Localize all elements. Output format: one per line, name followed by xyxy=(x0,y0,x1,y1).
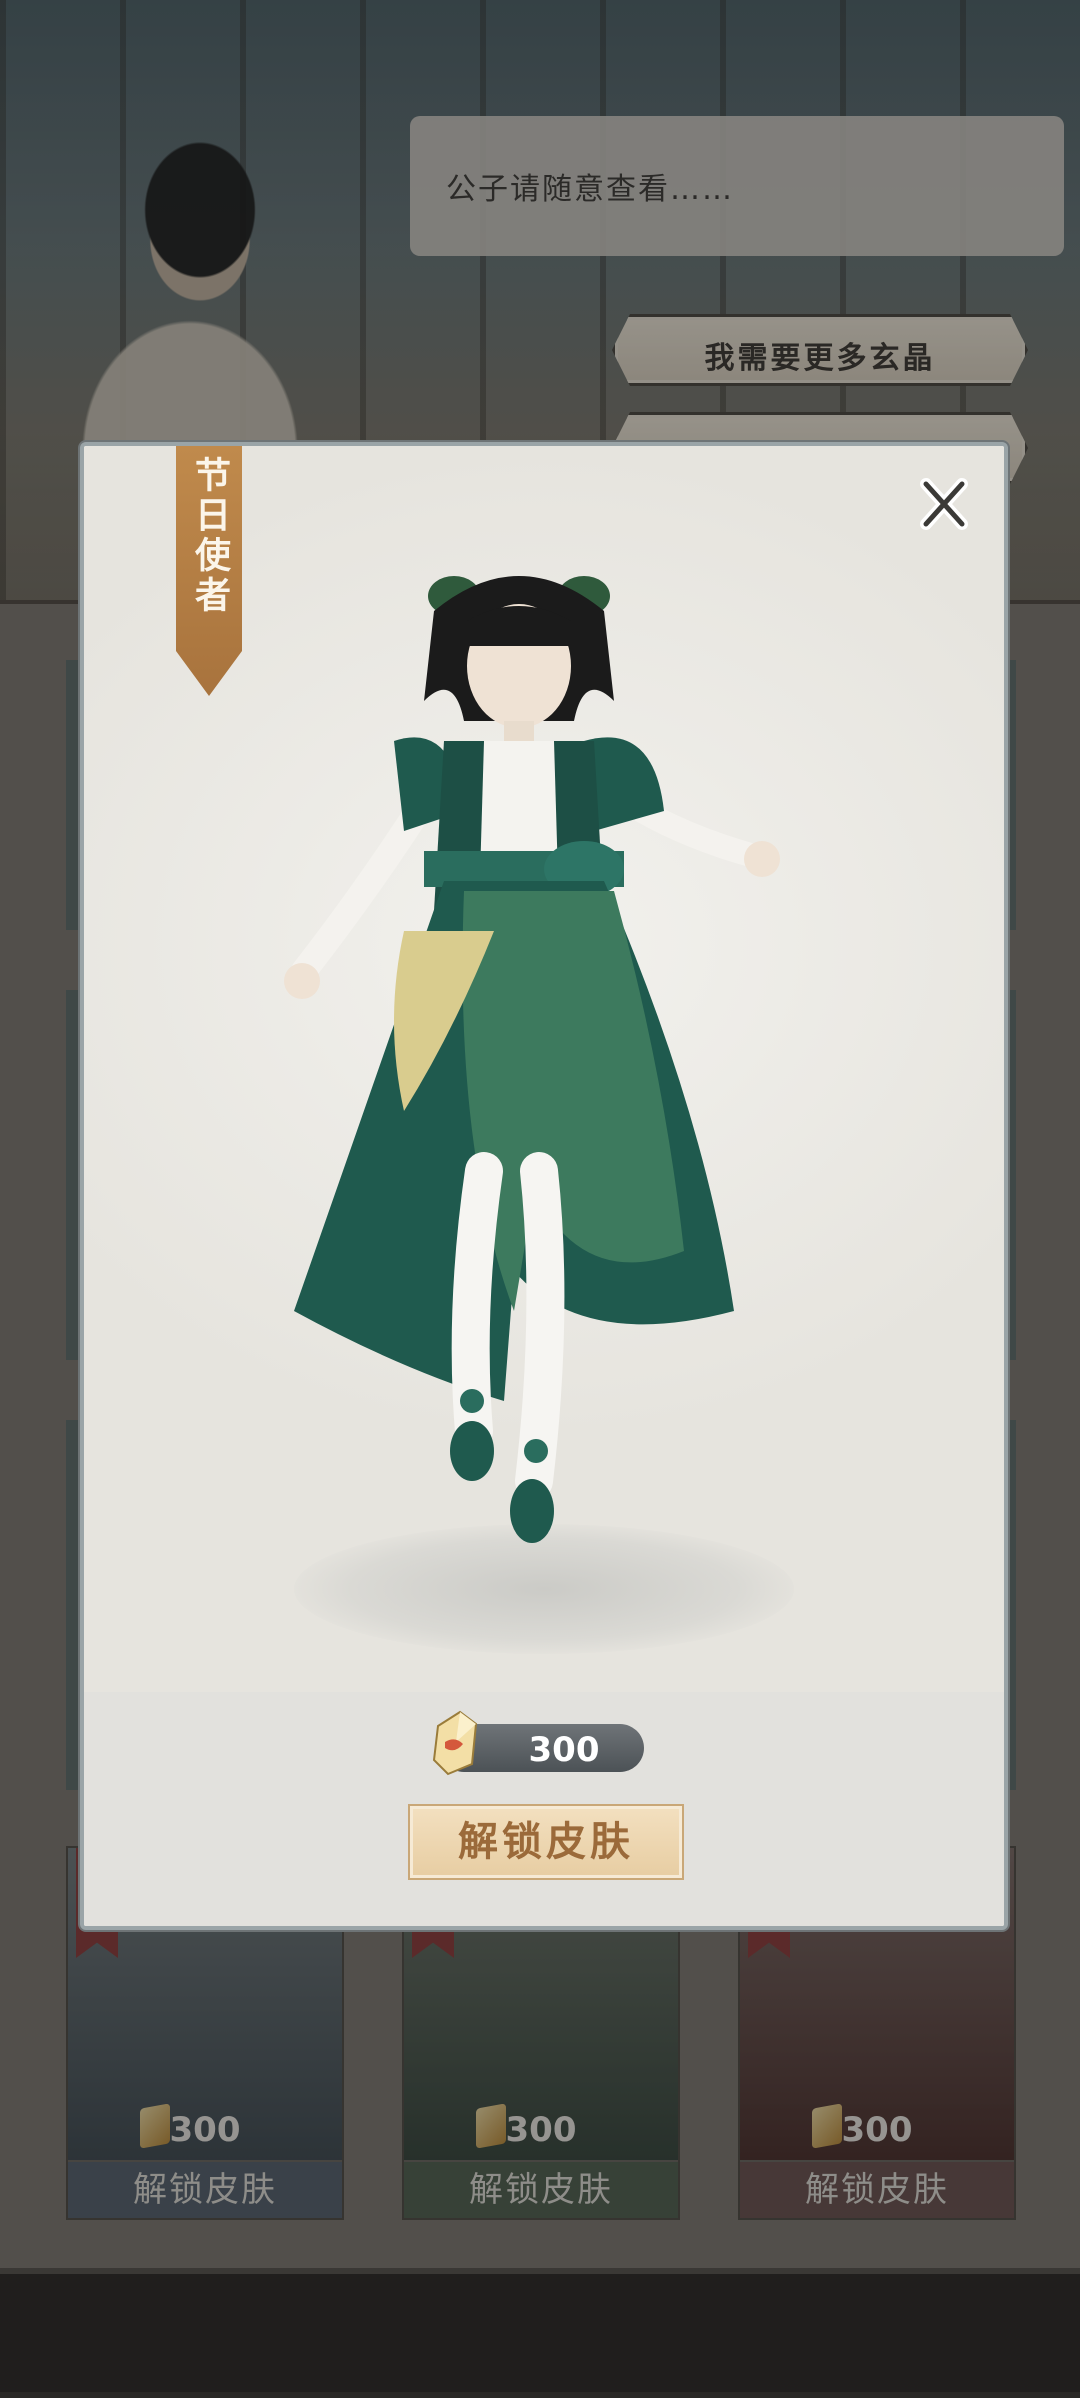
unlock-skin-button[interactable]: 解锁皮肤 xyxy=(408,1804,684,1880)
skin-preview-modal: 节日使者 300 解锁皮肤 xyxy=(80,442,1008,1930)
close-button[interactable] xyxy=(914,474,974,534)
close-icon xyxy=(920,478,968,530)
skin-name-ribbon: 节日使者 xyxy=(176,446,242,696)
crystal-gem-icon xyxy=(432,1710,478,1776)
skin-name: 节日使者 xyxy=(189,456,230,616)
character-illustration xyxy=(284,576,780,1543)
price-value: 300 xyxy=(528,1730,600,1770)
unlock-skin-label: 解锁皮肤 xyxy=(458,1819,634,1865)
